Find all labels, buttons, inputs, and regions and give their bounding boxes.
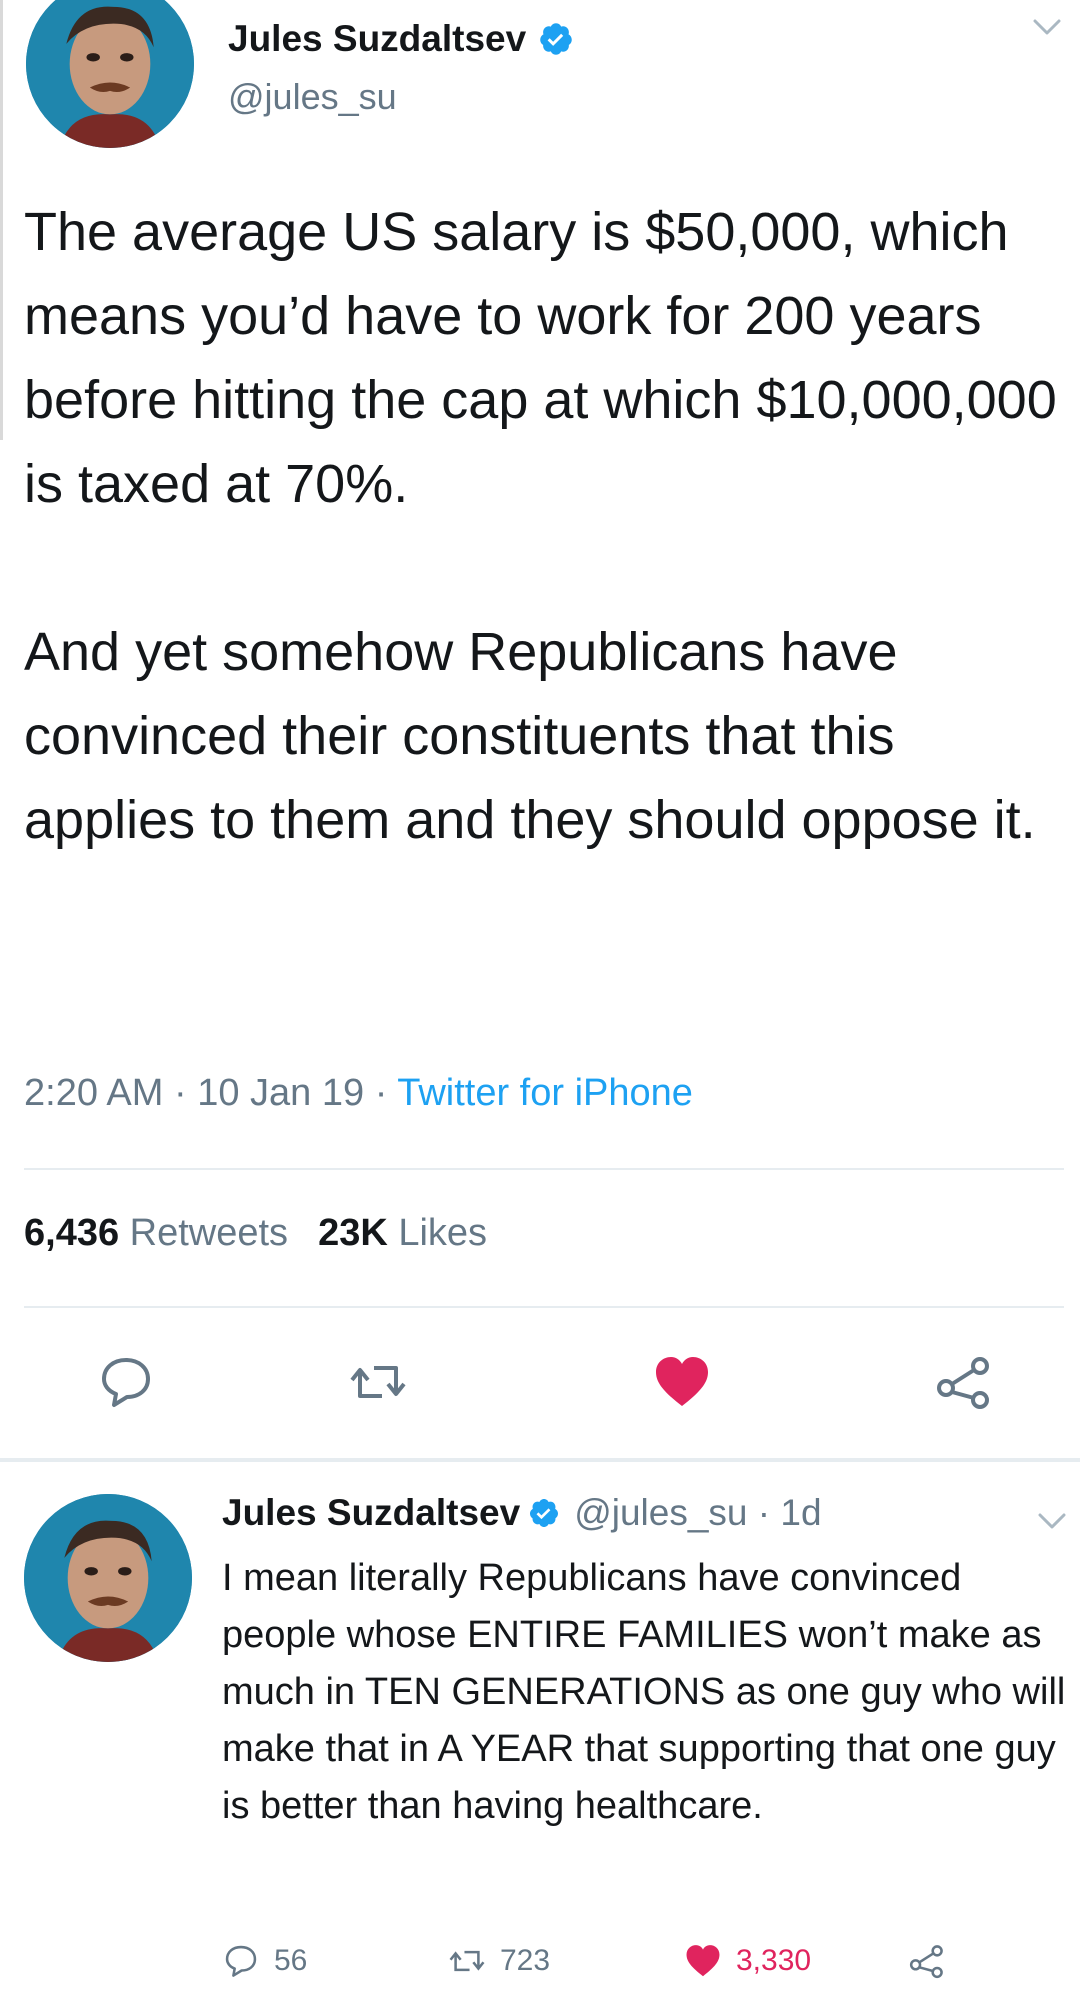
likes-stat[interactable]: 23K Likes [318, 1212, 487, 1254]
chevron-down-icon[interactable] [1038, 1512, 1066, 1530]
reply-text: I mean literally Republicans have convin… [222, 1557, 1066, 1827]
verified-badge-icon [528, 1497, 560, 1529]
tweet-metadata: 2:20 AM · 10 Jan 19 · Twitter for iPhone [24, 1072, 693, 1115]
tweet-text: The average US salary is $50,000, which … [24, 190, 1064, 862]
avatar-image [24, 1494, 192, 1662]
reply-header: Jules Suzdaltsev @jules_su · 1d [222, 1492, 822, 1534]
retweets-stat[interactable]: 6,436 Retweets [24, 1212, 288, 1254]
chevron-down-icon[interactable] [1033, 18, 1061, 36]
section-separator [0, 1458, 1080, 1462]
reply-age: 1d [780, 1492, 822, 1533]
reply-action-bar: 56 723 3,330 [222, 1942, 1072, 1992]
left-edge-divider [0, 0, 3, 440]
like-count: 3,330 [736, 1944, 812, 1977]
reply-icon[interactable] [96, 1352, 156, 1412]
heart-icon[interactable] [652, 1352, 712, 1412]
retweets-label: Retweets [129, 1212, 289, 1254]
likes-count: 23K [318, 1212, 388, 1254]
author-avatar[interactable] [26, 0, 194, 148]
likes-label: Likes [398, 1212, 488, 1254]
author-handle[interactable]: @jules_su [228, 76, 397, 118]
author-name[interactable]: Jules Suzdaltsev [228, 18, 526, 60]
share-icon[interactable] [934, 1352, 994, 1412]
engagement-stats: 6,436 Retweets 23K Likes [24, 1212, 487, 1255]
tweet-date[interactable]: 10 Jan 19 [197, 1072, 364, 1114]
retweet-count: 723 [500, 1944, 551, 1977]
reply-author-avatar[interactable] [24, 1494, 192, 1662]
divider [24, 1168, 1064, 1170]
reply-count: 56 [274, 1944, 308, 1977]
reply-reply-button[interactable]: 56 [222, 1942, 307, 1980]
tweet-paragraph: The average US salary is $50,000, which … [24, 202, 1057, 514]
retweet-icon [449, 1950, 485, 1972]
tweet-paragraph: And yet somehow Republicans have convinc… [24, 622, 1036, 850]
reply-retweet-button[interactable]: 723 [448, 1942, 550, 1980]
meta-separator: · [374, 1072, 388, 1114]
reply-icon [225, 1945, 257, 1977]
retweets-count: 6,436 [24, 1212, 120, 1254]
reply-like-button[interactable]: 3,330 [684, 1942, 811, 1980]
meta-separator: · [173, 1072, 187, 1114]
tweet-client-link[interactable]: Twitter for iPhone [397, 1072, 693, 1114]
heart-icon [686, 1945, 720, 1977]
verified-badge-icon [538, 21, 574, 57]
reply-author-handle[interactable]: @jules_su · 1d [574, 1492, 821, 1534]
tweet-time[interactable]: 2:20 AM [24, 1072, 163, 1114]
reply-author-name[interactable]: Jules Suzdaltsev [222, 1492, 520, 1534]
share-icon [909, 1945, 943, 1979]
author-name-row: Jules Suzdaltsev [228, 18, 574, 60]
divider [24, 1306, 1064, 1308]
retweet-icon[interactable] [348, 1352, 408, 1412]
avatar-image [26, 0, 194, 148]
reply-share-button[interactable] [908, 1942, 946, 1980]
